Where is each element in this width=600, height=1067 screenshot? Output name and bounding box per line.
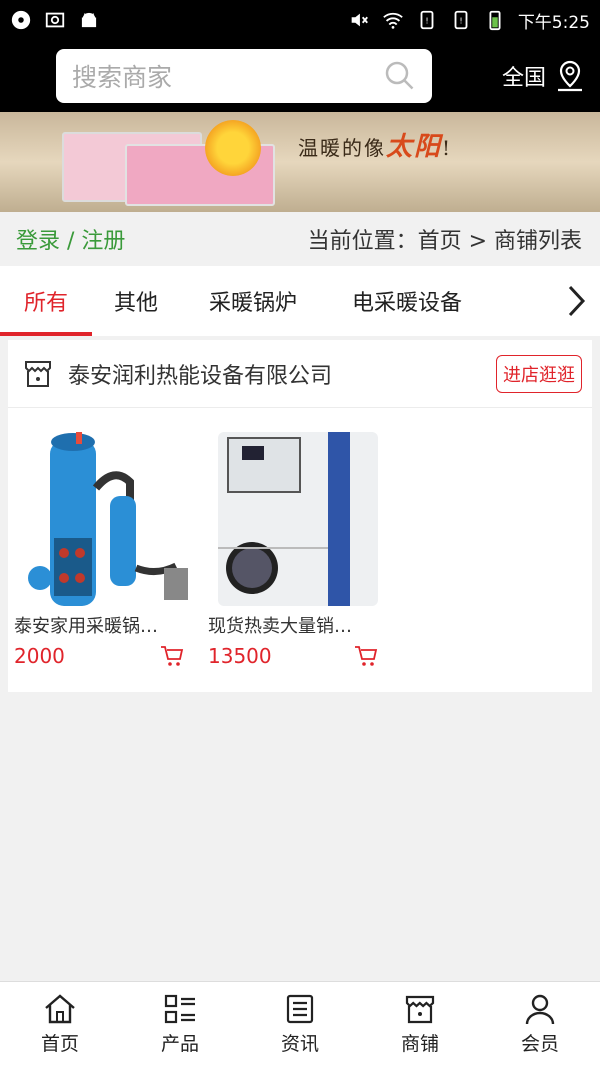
search-input[interactable]: 搜索商家 bbox=[56, 49, 432, 103]
product-price: 2000 bbox=[14, 644, 65, 668]
user-icon bbox=[525, 994, 555, 1025]
product-title: 泰安家用采暖锅… bbox=[14, 616, 158, 637]
nav-products[interactable]: 产品 bbox=[120, 982, 240, 1067]
battery-icon bbox=[489, 10, 501, 31]
product-item[interactable]: 现货热卖大量销… 13500 bbox=[208, 428, 402, 668]
region-selector[interactable]: 全国 bbox=[502, 59, 586, 93]
banner-slogan: 温暖的像太阳! bbox=[298, 132, 453, 162]
product-title: 现货热卖大量销… bbox=[208, 616, 352, 637]
nav-member-label: 会员 bbox=[520, 1033, 559, 1055]
sim2-icon: ! bbox=[454, 10, 468, 30]
nav-products-label: 产品 bbox=[160, 1033, 199, 1055]
tab-electric-heating[interactable]: 电采暖设备 bbox=[326, 266, 488, 336]
disc-notification-icon bbox=[11, 10, 31, 30]
svg-text:!: ! bbox=[459, 16, 462, 26]
region-label: 全国 bbox=[501, 66, 546, 91]
category-tabs: 所有 其他 采暖锅炉 电采暖设备 bbox=[0, 266, 600, 336]
svg-text:!: ! bbox=[425, 16, 428, 26]
nav-shops[interactable]: 商铺 bbox=[360, 982, 480, 1067]
wifi-icon bbox=[383, 12, 403, 29]
login-breadcrumb-bar: 登录 / 注册 当前位置：首页 > 商铺列表 bbox=[0, 212, 600, 266]
shop-icon bbox=[405, 995, 435, 1024]
product-item[interactable]: 泰安家用采暖锅… 2000 bbox=[14, 428, 208, 668]
tab-heating-boiler[interactable]: 采暖锅炉 bbox=[180, 266, 326, 336]
tab-other[interactable]: 其他 bbox=[92, 266, 180, 336]
product-image[interactable] bbox=[208, 428, 388, 606]
screenshot-icon bbox=[45, 12, 65, 28]
cart-icon[interactable] bbox=[160, 645, 184, 667]
search-icon[interactable] bbox=[384, 60, 416, 92]
breadcrumb: 当前位置：首页 > 商铺列表 bbox=[307, 229, 582, 254]
home-icon bbox=[45, 994, 75, 1024]
location-pin-icon bbox=[558, 60, 582, 92]
product-price: 13500 bbox=[208, 644, 272, 668]
nav-member[interactable]: 会员 bbox=[480, 982, 600, 1067]
nav-shops-label: 商铺 bbox=[400, 1033, 439, 1055]
product-list-icon bbox=[164, 994, 195, 1024]
status-bar: ! ! 下午5:25 bbox=[0, 0, 600, 40]
top-header: 搜索商家 全国 bbox=[0, 40, 600, 112]
news-icon bbox=[286, 994, 314, 1024]
product-image[interactable] bbox=[14, 428, 194, 606]
shop-card: 泰安润利热能设备有限公司 进店逛逛 泰安家用采暖锅… 2000 现货热卖大量销…… bbox=[8, 340, 592, 692]
chevron-right-icon[interactable] bbox=[564, 284, 588, 318]
nav-home-label: 首页 bbox=[40, 1033, 79, 1055]
shop-card-header: 泰安润利热能设备有限公司 进店逛逛 bbox=[8, 340, 592, 408]
visit-shop-button[interactable]: 进店逛逛 bbox=[496, 354, 582, 393]
sim1-icon: ! bbox=[420, 10, 434, 30]
android-icon bbox=[81, 12, 97, 28]
nav-news[interactable]: 资讯 bbox=[240, 982, 360, 1067]
shop-icon bbox=[25, 360, 51, 387]
nav-home[interactable]: 首页 bbox=[0, 982, 120, 1067]
status-time: 下午5:25 bbox=[517, 12, 590, 33]
nav-news-label: 资讯 bbox=[280, 1033, 319, 1055]
bottom-nav: 首页 产品 资讯 商铺 会员 bbox=[0, 981, 600, 1067]
sun-graphic bbox=[205, 120, 261, 176]
mute-icon bbox=[351, 13, 368, 27]
product-list: 泰安家用采暖锅… 2000 现货热卖大量销… 13500 bbox=[8, 408, 592, 668]
login-register-link[interactable]: 登录 / 注册 bbox=[16, 223, 125, 255]
search-placeholder: 搜索商家 bbox=[72, 63, 173, 92]
shop-name[interactable]: 泰安润利热能设备有限公司 bbox=[68, 358, 332, 390]
cart-icon[interactable] bbox=[354, 645, 378, 667]
tab-all[interactable]: 所有 bbox=[0, 266, 92, 336]
promo-banner[interactable]: 温暖的像太阳! bbox=[0, 112, 600, 212]
